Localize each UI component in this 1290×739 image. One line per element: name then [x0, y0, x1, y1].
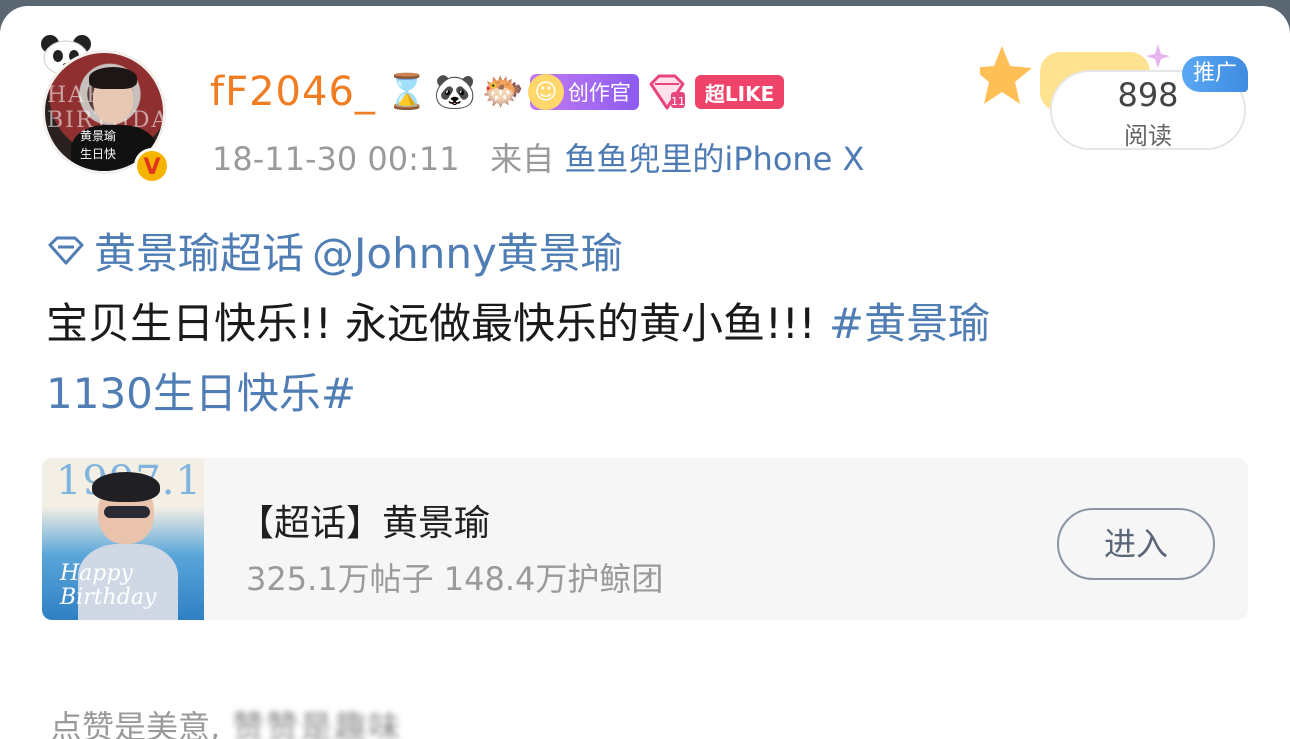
avatar-caption: 黄景瑜 生日快: [73, 127, 123, 163]
source-device-link[interactable]: 鱼鱼兜里的iPhone X: [564, 140, 864, 178]
thumbnail-script-text: Happy Birthday: [60, 561, 157, 610]
pufferfish-icon: 🐡: [481, 72, 525, 112]
read-count-label: 阅读: [1124, 122, 1172, 150]
source-prefix: 来自: [490, 140, 555, 178]
avatar-hair: [89, 67, 137, 89]
user-name-row: fF2046_ ⌛ 🐼 🐡 ☺ 创作官 11 超LIKE: [210, 66, 785, 118]
avatar-caption-line1: 黄景瑜: [79, 129, 116, 143]
weibo-post-card: HAPPY BIRTHDAY 黄景瑜 生日快 V fF2046_ ⌛ 🐼 🐡 ☺…: [0, 6, 1290, 739]
post-meta: 18-11-30 00:11 来自 鱼鱼兜里的iPhone X: [212, 134, 864, 180]
username-link[interactable]: fF2046_: [210, 69, 376, 115]
panda-icon: 🐼: [433, 72, 477, 112]
hourglass-icon: ⌛: [385, 72, 429, 112]
hashtag-link-part2[interactable]: 1130生日快乐#: [46, 360, 356, 421]
super-topic-card[interactable]: 1997.130 Happy Birthday 【超话】黄景瑜 325.1万帖子…: [42, 458, 1248, 620]
hashtag-link-part1[interactable]: #黄景瑜: [829, 299, 990, 348]
thumbnail-hair: [92, 472, 160, 502]
footer-blurred-text: 赞赞是趣味: [232, 708, 403, 739]
super-topic-title[interactable]: 【超话】黄景瑜: [238, 494, 490, 546]
post-mentions-line: 黄景瑜超话 @Johnny黄景瑜: [46, 220, 623, 281]
super-topic-link[interactable]: 黄景瑜超话: [94, 220, 304, 281]
post-time: 18-11-30 00:11: [212, 140, 460, 178]
svg-text:11: 11: [671, 95, 685, 108]
post-body-text: 宝贝生日快乐!! 永远做最快乐的黄小鱼!!!: [46, 299, 829, 348]
super-topic-stats: 325.1万帖子 148.4万护鲸团: [246, 560, 664, 598]
promotion-tag[interactable]: 推广: [1182, 56, 1248, 92]
enter-super-topic-button[interactable]: 进入: [1057, 508, 1215, 580]
super-topic-diamond-icon: [48, 236, 84, 264]
footer-caption: 点赞是美意, 赞赞是趣味: [50, 702, 402, 739]
verified-badge-icon: V: [134, 148, 170, 184]
creator-avatar-icon: ☺: [527, 74, 564, 110]
creator-badge-label: 创作官: [567, 81, 631, 105]
post-text-line: 宝贝生日快乐!! 永远做最快乐的黄小鱼!!! #黄景瑜: [46, 290, 990, 351]
avatar-caption-line2: 生日快: [79, 147, 116, 161]
super-like-badge[interactable]: 超LIKE: [694, 75, 785, 109]
super-topic-diamond-icon[interactable]: 11: [645, 72, 689, 112]
super-topic-thumbnail: 1997.130 Happy Birthday: [42, 458, 204, 620]
footer-text: 点赞是美意,: [50, 708, 221, 739]
user-avatar-area[interactable]: HAPPY BIRTHDAY 黄景瑜 生日快 V: [38, 32, 178, 184]
user-mention-link[interactable]: @Johnny黄景瑜: [312, 220, 623, 281]
creator-badge[interactable]: ☺ 创作官: [527, 74, 639, 110]
thumbnail-glasses: [104, 506, 150, 518]
